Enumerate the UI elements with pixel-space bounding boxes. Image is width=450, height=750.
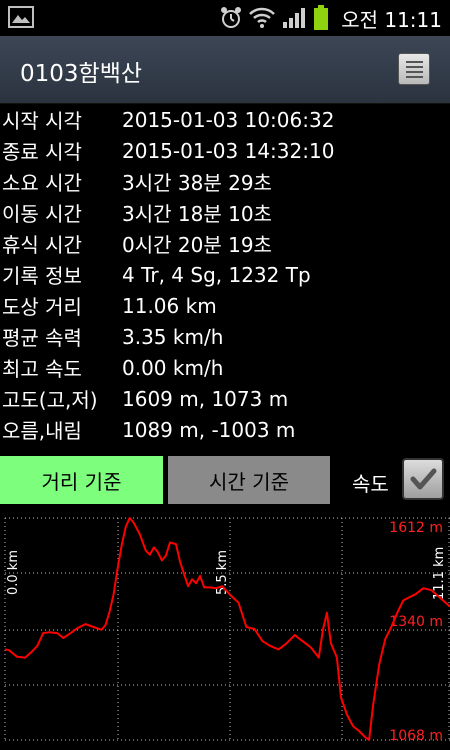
info-label: 소요 시간 xyxy=(2,171,82,195)
info-label: 이동 시간 xyxy=(2,202,82,226)
chart-mode-controls: 거리 기준 시간 기준 속도 xyxy=(0,456,450,504)
y-tick-label: 1068 m xyxy=(389,728,443,744)
x-tick-label: 0.0 km xyxy=(6,550,21,595)
status-bar: 오전 11:11 xyxy=(0,0,450,36)
info-value: 0.00 km/h xyxy=(122,355,224,380)
info-row-end-time: 종료 시각 2015-01-03 14:32:10 xyxy=(0,135,450,166)
distance-basis-button[interactable]: 거리 기준 xyxy=(0,456,163,504)
elevation-chart: 0.0 km 5.5 km 11.1 km 1612 m 1340 m 1068 m xyxy=(0,510,450,750)
title-bar: 0103함백산 xyxy=(0,36,450,104)
time-basis-button[interactable]: 시간 기준 xyxy=(168,456,330,504)
info-row-start-time: 시작 시각 2015-01-03 10:06:32 xyxy=(0,104,450,135)
info-value: 3.35 km/h xyxy=(122,324,224,349)
info-row-max-speed: 최고 속도 0.00 km/h xyxy=(0,352,450,383)
info-label: 도상 거리 xyxy=(2,295,82,319)
list-menu-icon[interactable] xyxy=(398,53,430,85)
speed-checkbox[interactable] xyxy=(402,458,444,500)
info-label: 기록 정보 xyxy=(2,264,82,288)
info-row-ascent-descent: 오름,내림 1089 m, -1003 m xyxy=(0,414,450,445)
info-label: 최고 속도 xyxy=(2,357,82,381)
info-value: 2015-01-03 14:32:10 xyxy=(122,138,335,163)
speed-label: 속도 xyxy=(352,472,389,496)
elevation-chart-svg: 0.0 km 5.5 km 11.1 km1612 m1340 m1068 m xyxy=(4,517,450,744)
info-label: 평균 속력 xyxy=(2,326,82,350)
info-row-avg-speed: 평균 속력 3.35 km/h xyxy=(0,321,450,352)
info-label: 시작 시각 xyxy=(2,109,82,133)
info-label: 종료 시각 xyxy=(2,140,82,164)
gallery-icon xyxy=(8,6,34,28)
check-icon xyxy=(410,468,437,490)
signal-icon xyxy=(283,8,306,28)
alarm-icon xyxy=(221,7,242,28)
info-value: 0시간 20분 19초 xyxy=(122,233,272,257)
info-label: 오름,내림 xyxy=(2,419,82,443)
info-row-total-time: 소요 시간 3시간 38분 29초 xyxy=(0,166,450,197)
wifi-icon xyxy=(249,7,276,28)
info-row-record-info: 기록 정보 4 Tr, 4 Sg, 1232 Tp xyxy=(0,259,450,290)
info-value: 11.06 km xyxy=(122,293,217,318)
page-title: 0103함백산 xyxy=(20,61,143,87)
info-value: 1609 m, 1073 m xyxy=(122,386,289,411)
info-row-distance: 도상 거리 11.06 km xyxy=(0,290,450,321)
info-value: 3시간 18분 10초 xyxy=(122,202,272,226)
info-row-moving-time: 이동 시간 3시간 18분 10초 xyxy=(0,197,450,228)
info-row-altitude: 고도(고,저) 1609 m, 1073 m xyxy=(0,383,450,414)
y-tick-label: 1340 m xyxy=(389,614,443,630)
info-value: 3시간 38분 29초 xyxy=(122,171,272,195)
track-info-list: 시작 시각 2015-01-03 10:06:32 종료 시각 2015-01-03… xyxy=(0,104,450,445)
y-tick-label: 1612 m xyxy=(389,520,443,536)
status-time: 오전 11:11 xyxy=(341,7,442,32)
battery-icon xyxy=(314,5,329,30)
info-value: 1089 m, -1003 m xyxy=(122,417,296,442)
info-value: 2015-01-03 10:06:32 xyxy=(122,107,335,132)
info-value: 4 Tr, 4 Sg, 1232 Tp xyxy=(122,262,311,287)
info-label: 고도(고,저) xyxy=(2,388,98,412)
info-row-rest-time: 휴식 시간 0시간 20분 19초 xyxy=(0,228,450,259)
info-label: 휴식 시간 xyxy=(2,233,82,257)
